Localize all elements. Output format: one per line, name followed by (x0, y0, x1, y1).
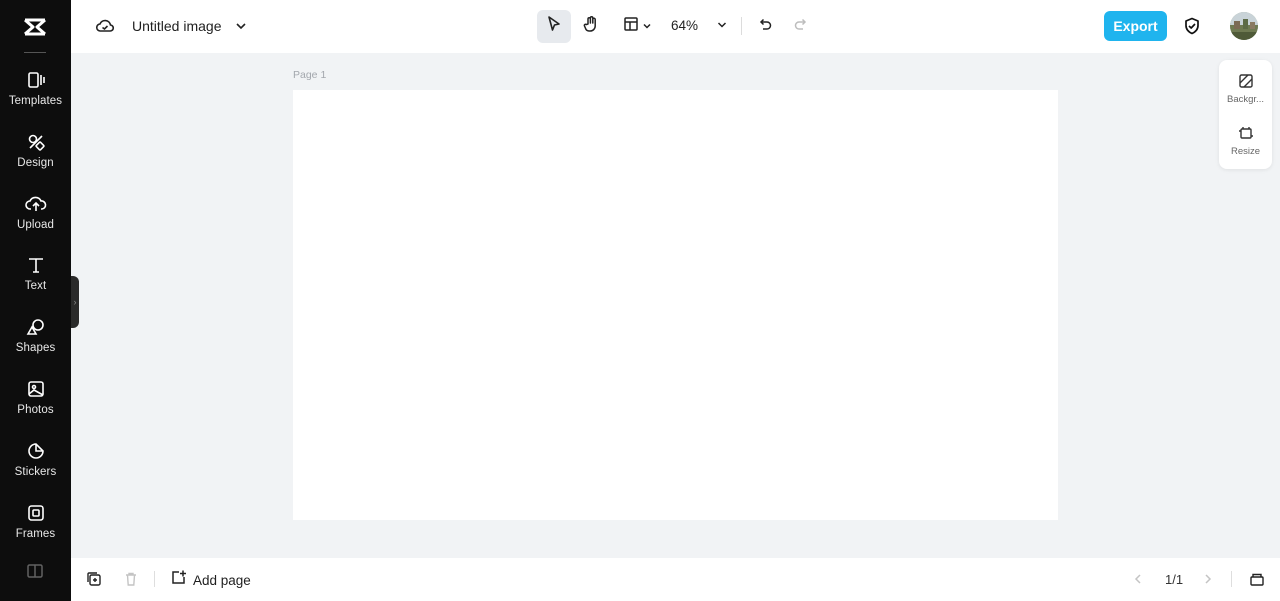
background-button[interactable]: Backgr... (1219, 62, 1272, 112)
sidebar-item-label: Design (17, 156, 54, 169)
undo-button[interactable] (753, 10, 777, 43)
sidebar-item-frames[interactable]: Frames (0, 495, 71, 557)
layout-dropdown-button[interactable] (618, 10, 656, 43)
previous-page-icon[interactable] (1129, 570, 1147, 588)
toolbar-divider (741, 17, 742, 35)
chevron-down-icon (642, 18, 652, 36)
sidebar-collapse-handle[interactable]: › (71, 276, 79, 328)
sidebar-item-shapes[interactable]: Shapes (0, 309, 71, 371)
more-tools-icon[interactable] (24, 563, 46, 579)
upload-icon (24, 193, 47, 215)
bottom-divider (1231, 571, 1232, 587)
sidebar-item-templates[interactable]: Templates (0, 62, 71, 124)
photos-icon (25, 378, 47, 400)
frames-icon (25, 502, 47, 524)
design-icon (25, 131, 47, 153)
sidebar-item-label: Text (24, 280, 47, 293)
user-avatar[interactable] (1230, 12, 1258, 40)
sidebar-item-label: Templates (8, 95, 63, 107)
add-page-label: Add page (193, 572, 251, 588)
sidebar-item-label: Shapes (15, 342, 56, 355)
resize-button[interactable]: Resize (1219, 114, 1272, 164)
select-tool-button[interactable] (537, 10, 571, 43)
templates-icon (25, 69, 47, 91)
cursor-arrow-icon (545, 15, 563, 38)
resize-icon (1237, 124, 1255, 142)
background-icon (1237, 72, 1255, 90)
add-page-button[interactable]: Add page (170, 570, 251, 590)
sidebar-item-stickers[interactable]: Stickers (0, 433, 71, 495)
sidebar-item-photos[interactable]: Photos (0, 371, 71, 433)
hand-tool-button[interactable] (574, 10, 608, 43)
background-label: Backgr... (1227, 94, 1264, 105)
logo-divider (24, 52, 46, 53)
duplicate-page-icon[interactable] (85, 570, 103, 588)
bottom-divider (154, 571, 155, 587)
add-page-icon (170, 569, 187, 591)
export-button[interactable]: Export (1104, 11, 1167, 41)
page-counter: 1/1 (1165, 572, 1184, 587)
sidebar-item-text[interactable]: Text (0, 247, 71, 309)
sidebar-item-design[interactable]: Design (0, 124, 71, 186)
sidebar-nav: Templates Design Upload Text Shapes Phot… (0, 62, 71, 556)
design-page-canvas[interactable] (293, 90, 1058, 520)
sidebar-item-label: Frames (15, 527, 56, 540)
shapes-icon (25, 316, 47, 338)
sidebar-item-upload[interactable]: Upload (0, 186, 71, 248)
layout-icon (623, 16, 639, 37)
cloud-sync-icon[interactable] (95, 16, 115, 36)
chevron-down-icon (716, 18, 728, 36)
hand-icon (582, 15, 600, 38)
shield-check-icon[interactable] (1182, 16, 1202, 36)
left-sidebar: Templates Design Upload Text Shapes Phot… (0, 0, 71, 601)
bottom-toolbar: Add page 1/1 (71, 558, 1280, 601)
redo-icon (793, 16, 809, 37)
document-title[interactable]: Untitled image (132, 18, 222, 34)
redo-button[interactable] (789, 10, 813, 43)
sidebar-item-label: Photos (17, 403, 54, 416)
chevron-down-icon[interactable] (234, 19, 248, 33)
undo-icon (757, 16, 773, 37)
stickers-icon (25, 440, 47, 462)
page-manager-icon[interactable] (1248, 570, 1266, 588)
sidebar-item-label: Stickers (14, 465, 57, 478)
next-page-icon[interactable] (1199, 570, 1217, 588)
resize-label: Resize (1230, 146, 1261, 157)
text-icon (25, 254, 47, 276)
right-tools-panel: Backgr... Resize (1219, 60, 1272, 169)
chevron-right-icon: › (73, 297, 77, 307)
capcut-logo-icon[interactable] (18, 12, 52, 42)
top-toolbar: Untitled image 64% Export (71, 0, 1280, 53)
sidebar-item-label: Upload (16, 218, 55, 231)
delete-page-icon[interactable] (122, 570, 140, 588)
zoom-level[interactable]: 64% (671, 18, 698, 33)
zoom-dropdown-button[interactable] (712, 10, 732, 43)
page-label: Page 1 (293, 69, 327, 81)
